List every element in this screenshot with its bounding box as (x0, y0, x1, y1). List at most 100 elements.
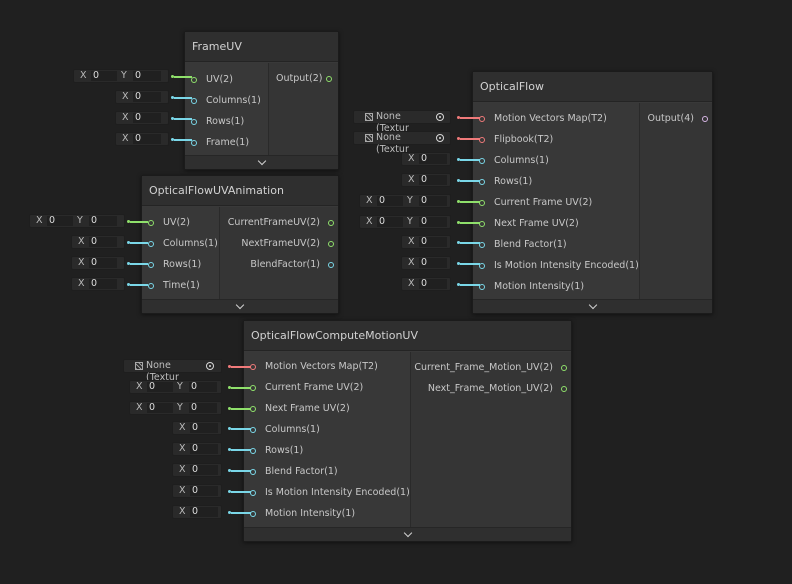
port-label: Current Frame UV(2) (265, 382, 364, 393)
columns-field[interactable]: X 0 (401, 152, 451, 166)
next-frame-uv-field[interactable]: X 0 Y 0 (359, 215, 451, 229)
blend-factor-value-input[interactable]: 0 (190, 465, 218, 475)
blend-factor-value-input[interactable]: 0 (419, 237, 447, 247)
frame-field[interactable]: X 0 (115, 132, 169, 146)
motion-intensity-value-input[interactable]: 0 (419, 279, 447, 289)
encoded-value-input[interactable]: 0 (190, 486, 218, 496)
collapse-bar[interactable] (142, 299, 338, 313)
node-frameuv[interactable]: FrameUV UV(2) Columns(1) Rows(1) Frame(1… (184, 31, 339, 170)
chevron-down-icon (257, 156, 266, 166)
output-port-current-frame-uv[interactable]: CurrentFrameUV(2) (228, 216, 334, 230)
port-label: Next_Frame_Motion_UV(2) (427, 383, 553, 394)
collapse-bar[interactable] (473, 299, 712, 313)
output-port-next-frame-uv[interactable]: NextFrameUV(2) (241, 237, 334, 251)
columns-field[interactable]: X 0 (172, 421, 222, 435)
object-picker-icon[interactable] (436, 113, 444, 121)
port-label: Is Motion Intensity Encoded(1) (265, 487, 410, 498)
flipbook-texture-field[interactable]: None (Textur (353, 131, 451, 155)
motion-vectors-texture-field[interactable]: None (Textur (353, 110, 451, 134)
columns-field[interactable]: X 0 (71, 235, 125, 249)
node-opticalflow-uv-animation[interactable]: OpticalFlowUVAnimation UV(2) Columns(1) … (141, 175, 339, 314)
output-port-output[interactable]: Output(2) (276, 72, 332, 86)
port-label: Columns(1) (206, 95, 261, 106)
node-opticalflow[interactable]: OpticalFlow Motion Vectors Map(T2) Flipb… (472, 71, 713, 314)
port-label: Rows(1) (163, 259, 202, 270)
motion-intensity-value-input[interactable]: 0 (190, 507, 218, 517)
rows-field[interactable]: X 0 (172, 442, 222, 456)
node-title[interactable]: OpticalFlowUVAnimation (142, 176, 338, 206)
columns-value-input[interactable]: 0 (89, 237, 117, 247)
port-label: Output(2) (276, 73, 323, 84)
motion-intensity-field[interactable]: X 0 (401, 277, 451, 291)
rows-field[interactable]: X 0 (401, 173, 451, 187)
output-port-output[interactable]: Output(4) (648, 112, 708, 126)
y-value-input[interactable]: 0 (419, 196, 447, 206)
current-frame-uv-field[interactable]: X 0 Y 0 (129, 380, 222, 394)
collapse-bar[interactable] (244, 527, 571, 541)
rows-value-input[interactable]: 0 (133, 113, 161, 123)
object-picker-icon[interactable] (206, 362, 214, 370)
is-motion-intensity-encoded-field[interactable]: X 0 (172, 484, 222, 498)
y-value-input[interactable]: 0 (189, 382, 217, 392)
port-label: Rows(1) (265, 445, 304, 456)
port-label: Frame(1) (206, 137, 250, 148)
is-motion-intensity-encoded-field[interactable]: X 0 (401, 256, 451, 270)
port-label: Time(1) (163, 280, 200, 291)
columns-value-input[interactable]: 0 (190, 423, 218, 433)
x-value-input[interactable]: 0 (91, 71, 117, 81)
blend-factor-field[interactable]: X 0 (172, 463, 222, 477)
output-port-current-frame-motion-uv[interactable]: Current_Frame_Motion_UV(2) (414, 361, 567, 375)
blend-factor-field[interactable]: X 0 (401, 235, 451, 249)
columns-field[interactable]: X 0 (115, 90, 169, 104)
node-title[interactable]: OpticalFlowComputeMotionUV (244, 321, 571, 351)
port-label: Columns(1) (163, 238, 218, 249)
frame-value-input[interactable]: 0 (133, 134, 161, 144)
x-value-input[interactable]: 0 (47, 216, 73, 226)
port-label: Blend Factor(1) (494, 239, 567, 250)
y-value-input[interactable]: 0 (89, 216, 117, 226)
y-value-input[interactable]: 0 (189, 403, 217, 413)
time-field[interactable]: X 0 (71, 277, 125, 291)
port-label: UV(2) (163, 217, 190, 228)
port-label: Motion Intensity(1) (265, 508, 356, 519)
port-label: CurrentFrameUV(2) (227, 217, 320, 228)
x-value-input[interactable]: 0 (377, 196, 403, 206)
columns-value-input[interactable]: 0 (419, 154, 447, 164)
time-value-input[interactable]: 0 (89, 279, 117, 289)
port-label: Motion Vectors Map(T2) (494, 113, 607, 124)
node-opticalflow-compute-motion-uv[interactable]: OpticalFlowComputeMotionUV Motion Vector… (243, 320, 572, 542)
port-label: UV(2) (206, 74, 233, 85)
collapse-bar[interactable] (185, 155, 338, 169)
texture-icon (365, 134, 373, 142)
next-frame-uv-field[interactable]: X 0 Y 0 (129, 401, 222, 415)
x-value-input[interactable]: 0 (147, 382, 173, 392)
uv-vector-field[interactable]: X 0 Y 0 (29, 214, 125, 228)
uv-vector-field[interactable]: X 0 Y 0 (73, 69, 169, 83)
output-port-blend-factor[interactable]: BlendFactor(1) (250, 258, 334, 272)
rows-value-input[interactable]: 0 (190, 444, 218, 454)
current-frame-uv-field[interactable]: X 0 Y 0 (359, 194, 451, 208)
rows-field[interactable]: X 0 (115, 111, 169, 125)
output-port-next-frame-motion-uv[interactable]: Next_Frame_Motion_UV(2) (428, 382, 567, 396)
rows-value-input[interactable]: 0 (419, 175, 447, 185)
chevron-down-icon (235, 300, 245, 310)
chevron-down-icon (403, 528, 412, 538)
port-label: Rows(1) (494, 176, 533, 187)
rows-field[interactable]: X 0 (71, 256, 125, 270)
port-label: Flipbook(T2) (494, 134, 554, 145)
y-value-input[interactable]: 0 (133, 71, 161, 81)
columns-value-input[interactable]: 0 (133, 92, 161, 102)
motion-vectors-texture-field[interactable]: None (Textur (123, 359, 222, 383)
port-label: Columns(1) (265, 424, 320, 435)
object-picker-icon[interactable] (436, 134, 444, 142)
motion-intensity-field[interactable]: X 0 (172, 505, 222, 519)
node-title[interactable]: FrameUV (185, 32, 338, 62)
port-label: NextFrameUV(2) (241, 238, 320, 249)
x-value-input[interactable]: 0 (377, 217, 403, 227)
texture-icon (365, 113, 373, 121)
x-value-input[interactable]: 0 (147, 403, 173, 413)
y-value-input[interactable]: 0 (419, 217, 447, 227)
node-title[interactable]: OpticalFlow (473, 72, 712, 102)
encoded-value-input[interactable]: 0 (419, 258, 447, 268)
rows-value-input[interactable]: 0 (89, 258, 117, 268)
